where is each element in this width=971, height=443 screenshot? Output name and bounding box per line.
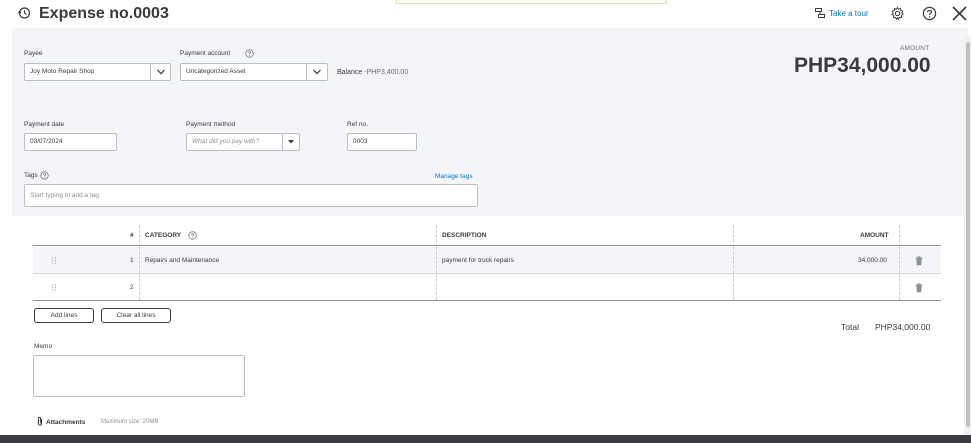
footer-bar [0, 435, 971, 443]
row-category[interactable]: Repairs and Maintenance [145, 257, 219, 264]
row-number: 1 [130, 257, 134, 264]
payment-method-field[interactable]: What did you pay with? [186, 133, 284, 151]
clear-all-lines-button[interactable]: Clear all lines [101, 308, 171, 323]
chevron-down-icon [313, 69, 321, 75]
total-value: PHP34,000.00 [875, 322, 931, 332]
drag-handle-icon[interactable] [50, 283, 58, 292]
ref-no-field[interactable]: 0003 [347, 133, 417, 151]
row-number: 2 [130, 284, 134, 291]
table-row[interactable]: 1 Repairs and Maintenance payment for tr… [33, 247, 941, 274]
payment-method-dropdown-button[interactable] [282, 133, 300, 151]
memo-textarea[interactable] [33, 355, 245, 397]
table-row[interactable]: 2 [33, 274, 941, 301]
chevron-down-icon [156, 69, 165, 75]
help-icon[interactable] [922, 6, 937, 21]
payment-account-dropdown-button[interactable] [306, 63, 328, 81]
column-header-category: CATEGORY [145, 232, 182, 239]
account-balance: Balance -PHP3,400.00 [337, 69, 408, 76]
payee-dropdown-button[interactable] [150, 63, 171, 81]
attachments-label[interactable]: Attachments [46, 419, 85, 426]
tags-input[interactable]: Start typing to add a tag [24, 184, 478, 207]
ref-no-label: Ref no. [347, 121, 368, 128]
row-description[interactable]: payment for truck repairs [442, 257, 514, 264]
tour-icon[interactable] [814, 7, 826, 19]
take-a-tour-link[interactable]: Take a tour [829, 9, 869, 18]
balance-label: Balance [337, 69, 363, 76]
payee-field[interactable]: Joy Moto Repair Shop [24, 63, 151, 81]
drag-handle-icon[interactable] [50, 256, 58, 265]
gear-icon[interactable] [890, 6, 905, 21]
info-icon[interactable] [245, 49, 254, 58]
trash-icon[interactable] [915, 256, 923, 266]
manage-tags-link[interactable]: Manage tags [435, 173, 473, 180]
title-bar: Expense no.0003 Take a tour [0, 0, 971, 28]
column-header-amount: AMOUNT [860, 232, 889, 239]
total-label: Total [841, 322, 859, 332]
amount-total-header: PHP34,000.00 [794, 54, 931, 77]
memo-label: Memo [34, 343, 53, 350]
scrollbar-thumb[interactable] [966, 42, 970, 427]
close-icon[interactable] [951, 5, 968, 22]
column-header-number: # [130, 232, 134, 239]
attachments-max-size: Maximum size: 20MB [101, 419, 159, 425]
payee-label: Payee [24, 50, 43, 57]
payment-account-label: Payment account [180, 50, 231, 57]
caret-down-icon [288, 140, 294, 144]
trash-icon[interactable] [915, 283, 923, 293]
info-icon[interactable] [188, 231, 197, 240]
payment-date-field[interactable]: 03/07/2024 [24, 133, 117, 151]
amount-label: AMOUNT [900, 45, 930, 52]
payment-account-field[interactable]: Uncategorized Asset [180, 63, 307, 81]
table-header: # CATEGORY DESCRIPTION AMOUNT [33, 225, 941, 247]
history-icon[interactable] [17, 6, 31, 20]
column-header-description: DESCRIPTION [442, 232, 487, 239]
info-icon[interactable] [40, 171, 49, 180]
notice-banner [396, 0, 667, 4]
paperclip-icon[interactable] [36, 416, 44, 427]
payment-date-label: Payment date [24, 121, 65, 128]
row-amount[interactable]: 34,000.00 [858, 257, 887, 264]
add-lines-button[interactable]: Add lines [34, 308, 94, 323]
tags-label: Tags [24, 172, 38, 179]
payment-method-label: Payment method [186, 121, 236, 128]
balance-value: -PHP3,400.00 [364, 69, 409, 76]
page-title: Expense no.0003 [39, 5, 169, 22]
